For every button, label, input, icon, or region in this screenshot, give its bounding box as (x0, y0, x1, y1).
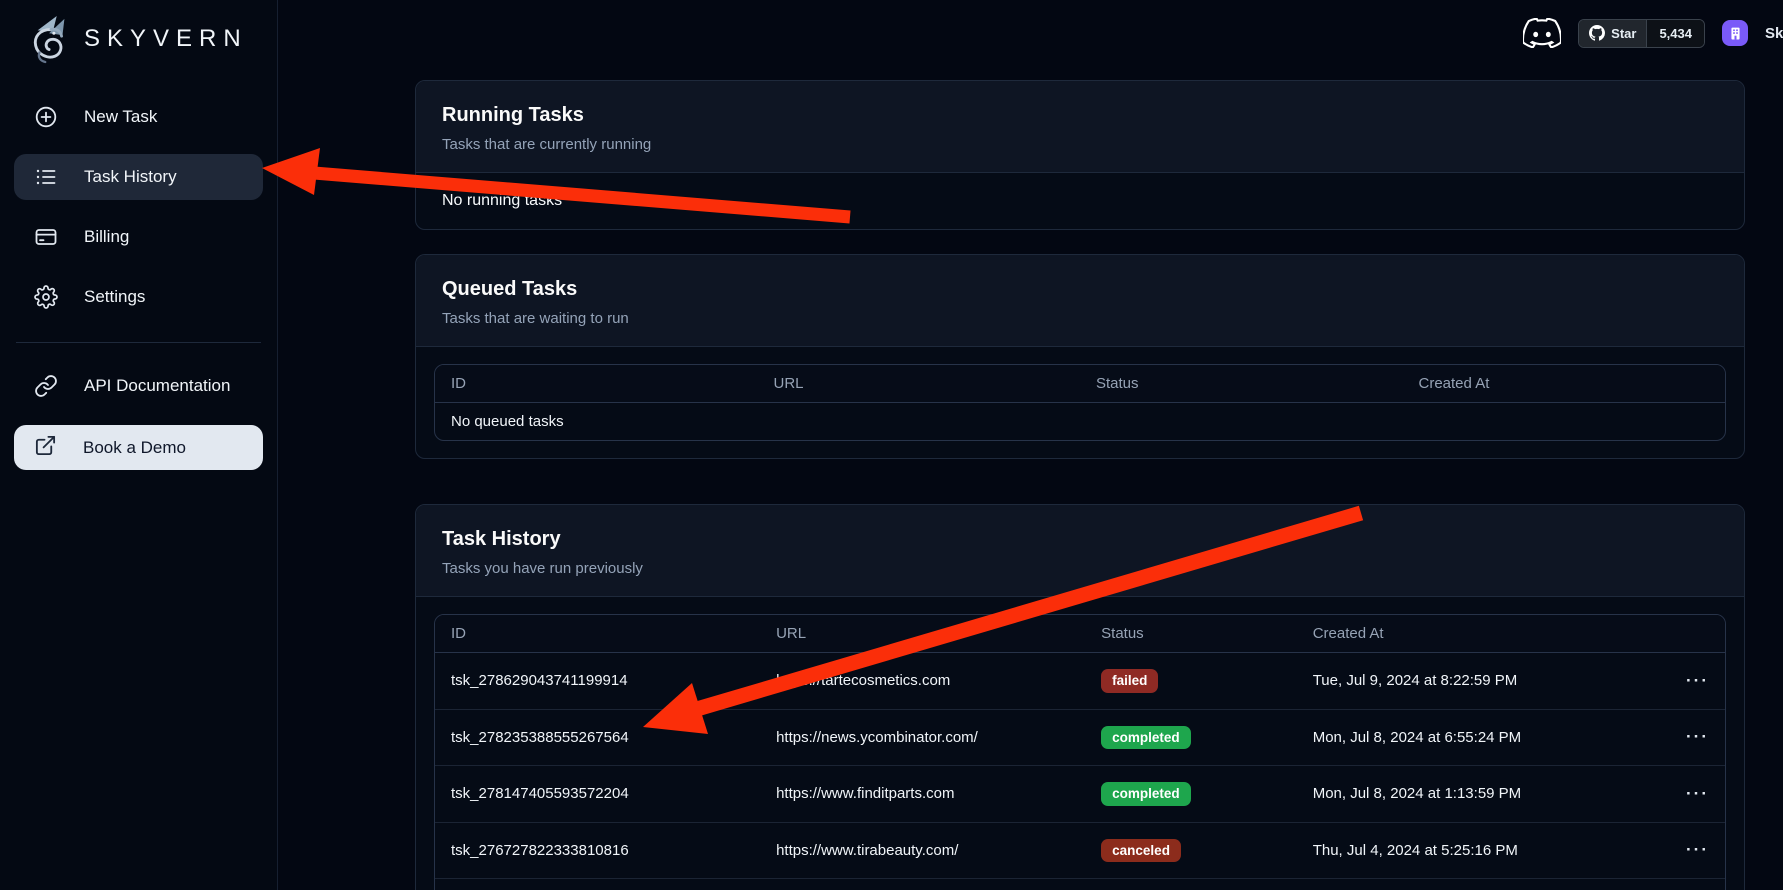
task-url-cell: https://news.ycombinator.com/ (760, 709, 1085, 766)
task-history-card: Task History Tasks you have run previous… (415, 504, 1745, 890)
task-history-header: Task History Tasks you have run previous… (416, 505, 1744, 597)
column-header-status: Status (1085, 615, 1297, 653)
main-content: Running Tasks Tasks that are currently r… (278, 66, 1783, 890)
column-header-id: ID (435, 365, 758, 403)
column-header-id: ID (435, 615, 760, 653)
queued-table-header-row: ID URL Status Created At (435, 365, 1725, 403)
row-actions-button[interactable]: ··· (1686, 784, 1709, 804)
github-star-count: 5,434 (1659, 26, 1692, 41)
task-history-title: Task History (442, 528, 1718, 551)
row-actions-button[interactable]: ··· (1686, 840, 1709, 860)
table-row[interactable]: tsk_278629043741199914 https://tartecosm… (435, 653, 1725, 710)
running-tasks-card: Running Tasks Tasks that are currently r… (415, 80, 1745, 230)
history-table-header-row: ID URL Status Created At (435, 615, 1725, 653)
task-history-table: ID URL Status Created At tsk_27862904374… (434, 614, 1726, 890)
book-a-demo-button[interactable]: Book a Demo (14, 425, 263, 470)
task-id-cell[interactable]: tsk_274180139292204058 (435, 879, 760, 890)
queued-tasks-title: Queued Tasks (442, 278, 1718, 301)
github-star-label: Star (1611, 26, 1636, 41)
task-id-cell[interactable]: tsk_278629043741199914 (435, 653, 760, 710)
column-header-created-at: Created At (1403, 365, 1726, 403)
discord-icon[interactable] (1523, 18, 1561, 48)
org-name-partial[interactable]: Sk (1765, 25, 1783, 42)
row-actions-button[interactable]: ··· (1686, 671, 1709, 691)
sidebar-item-label: Billing (84, 227, 129, 247)
task-url-cell: https://www.geico.com (760, 879, 1085, 890)
queued-empty-text: No queued tasks (435, 403, 1725, 441)
running-tasks-title: Running Tasks (442, 104, 1718, 127)
skyvern-dragon-icon (28, 14, 74, 64)
task-status-cell: completed (1085, 766, 1297, 823)
column-header-actions (1655, 615, 1725, 653)
gear-icon (34, 285, 58, 309)
list-icon (34, 165, 58, 189)
column-header-status: Status (1080, 365, 1403, 403)
external-link-icon (34, 434, 57, 462)
org-avatar[interactable] (1722, 20, 1748, 46)
task-id-cell[interactable]: tsk_276727822333810816 (435, 822, 760, 879)
queued-tasks-card: Queued Tasks Tasks that are waiting to r… (415, 254, 1745, 459)
brand-logo[interactable]: SKYVERN (14, 10, 263, 68)
task-created-cell: Mon, Jul 8, 2024 at 1:13:59 PM (1297, 766, 1656, 823)
topbar: Star 5,434 Sk (278, 0, 1783, 66)
sidebar-item-label: Task History (84, 167, 177, 187)
sidebar-item-label: API Documentation (84, 376, 230, 396)
status-badge: failed (1101, 669, 1158, 693)
queued-tasks-header: Queued Tasks Tasks that are waiting to r… (416, 255, 1744, 347)
building-icon (1728, 26, 1743, 41)
github-icon (1589, 25, 1605, 41)
running-tasks-empty: No running tasks (416, 173, 1744, 229)
sidebar-nav: New Task Task History Billing (14, 94, 263, 470)
sidebar-item-label: Settings (84, 287, 145, 307)
task-created-cell: Mon, Jul 8, 2024 at 6:55:24 PM (1297, 709, 1656, 766)
task-id-cell[interactable]: tsk_278235388555267564 (435, 709, 760, 766)
task-created-cell: Thu, Jul 4, 2024 at 5:25:16 PM (1297, 822, 1656, 879)
sidebar-item-billing[interactable]: Billing (14, 214, 263, 260)
sidebar: SKYVERN New Task Task History (0, 0, 278, 890)
status-badge: canceled (1101, 839, 1181, 863)
sidebar-item-task-history[interactable]: Task History (14, 154, 263, 200)
queued-tasks-subtitle: Tasks that are waiting to run (442, 310, 1718, 327)
task-url-cell: https://www.finditparts.com (760, 766, 1085, 823)
column-header-url: URL (758, 365, 1081, 403)
table-row[interactable]: tsk_276727822333810816 https://www.tirab… (435, 822, 1725, 879)
queued-tasks-table: ID URL Status Created At No queued tasks (434, 364, 1726, 441)
running-tasks-subtitle: Tasks that are currently running (442, 136, 1718, 153)
sidebar-item-label: New Task (84, 107, 157, 127)
book-a-demo-label: Book a Demo (83, 438, 186, 458)
task-history-subtitle: Tasks you have run previously (442, 560, 1718, 577)
column-header-url: URL (760, 615, 1085, 653)
task-status-cell: completed (1085, 709, 1297, 766)
status-badge: completed (1101, 782, 1191, 806)
github-star-button[interactable]: Star 5,434 (1578, 19, 1705, 48)
plus-circle-icon (34, 105, 58, 129)
task-created-cell: Thu, Jun 27, 2024 at 8:38:58 PM (1297, 879, 1656, 890)
task-created-cell: Tue, Jul 9, 2024 at 8:22:59 PM (1297, 653, 1656, 710)
table-row[interactable]: tsk_278147405593572204 https://www.findi… (435, 766, 1725, 823)
task-status-cell: failed (1085, 653, 1297, 710)
row-actions-button[interactable]: ··· (1686, 727, 1709, 747)
sidebar-item-new-task[interactable]: New Task (14, 94, 263, 140)
task-url-cell: https://www.tirabeauty.com/ (760, 822, 1085, 879)
running-tasks-header: Running Tasks Tasks that are currently r… (416, 81, 1744, 173)
credit-card-icon (34, 225, 58, 249)
queued-empty-row: No queued tasks (435, 403, 1725, 441)
task-status-cell: completed (1085, 879, 1297, 890)
task-id-cell[interactable]: tsk_278147405593572204 (435, 766, 760, 823)
task-url-cell: https://tartecosmetics.com (760, 653, 1085, 710)
table-row[interactable]: tsk_274180139292204058 https://www.geico… (435, 879, 1725, 890)
sidebar-divider (16, 342, 261, 343)
status-badge: completed (1101, 726, 1191, 750)
sidebar-item-api-documentation[interactable]: API Documentation (14, 363, 263, 409)
table-row[interactable]: tsk_278235388555267564 https://news.ycom… (435, 709, 1725, 766)
sidebar-item-settings[interactable]: Settings (14, 274, 263, 320)
column-header-created-at: Created At (1297, 615, 1656, 653)
brand-name: SKYVERN (84, 25, 248, 53)
link-icon (34, 374, 58, 398)
task-status-cell: canceled (1085, 822, 1297, 879)
